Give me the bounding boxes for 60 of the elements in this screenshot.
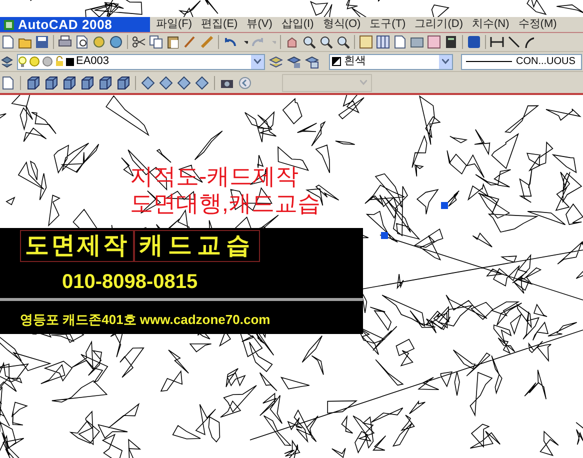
line-sample [466, 61, 512, 62]
diamond-icon[interactable] [177, 76, 191, 90]
linear-dimension-icon[interactable] [490, 35, 504, 49]
diamond-icon[interactable] [195, 76, 209, 90]
lock-icon [55, 56, 64, 67]
window-title: AutoCAD 2008 [18, 18, 112, 31]
layers-icon[interactable] [269, 54, 283, 68]
arc-dimension-icon[interactable] [524, 35, 534, 49]
tool-palette-icon[interactable] [393, 35, 407, 49]
copy-icon[interactable] [149, 35, 163, 49]
diamond-icon[interactable] [141, 76, 155, 90]
zoom-realtime-icon[interactable] [302, 35, 316, 49]
linetype-name: CON...UOUS [516, 55, 576, 69]
cube-icon[interactable] [116, 76, 130, 90]
layers-icon[interactable] [305, 54, 319, 68]
new-file-icon[interactable] [1, 35, 15, 49]
banner-headline: 도면제작 [20, 230, 134, 262]
color-name: 흰색 [344, 54, 367, 70]
menu-item[interactable]: 뷰(V) [246, 16, 272, 33]
address-text: 영등포 캐드존401호 www.cadzone70.com [19, 311, 272, 329]
layers-icon[interactable] [1, 54, 13, 68]
help-icon[interactable] [467, 35, 481, 49]
cube-icon[interactable] [80, 76, 94, 90]
cube-icon[interactable] [98, 76, 112, 90]
menu-item[interactable]: 형식(O) [322, 16, 361, 33]
phone-number: 010-8098-0815 [61, 270, 199, 294]
layers-icon[interactable] [287, 54, 301, 68]
cube-icon[interactable] [26, 76, 40, 90]
cube-icon[interactable] [44, 76, 58, 90]
layer-dropdown[interactable]: EA003 [17, 54, 265, 70]
print-preview-icon[interactable] [75, 35, 89, 49]
layer-name: EA003 [76, 54, 110, 70]
color-swatch-icon [332, 57, 341, 66]
color-swatch-icon [66, 58, 74, 66]
menu-item[interactable]: 그리기(D) [414, 16, 463, 33]
grip-icon [381, 232, 388, 239]
calculator-icon[interactable] [444, 35, 458, 49]
menu-item[interactable]: 삽입(I) [281, 16, 314, 33]
save-icon[interactable] [35, 35, 49, 49]
cube-icon[interactable] [62, 76, 76, 90]
menu-item[interactable]: 수정(M) [518, 16, 557, 33]
paste-icon[interactable] [166, 35, 180, 49]
menu-item[interactable]: 도구(T) [370, 16, 406, 33]
zoom-window-icon[interactable] [319, 35, 333, 49]
document-icon[interactable] [1, 76, 15, 90]
aligned-dimension-icon[interactable] [507, 35, 521, 49]
diamond-icon[interactable] [159, 76, 173, 90]
menu-item[interactable]: 편집(E) [201, 16, 238, 33]
zoom-previous-icon[interactable] [336, 35, 350, 49]
undo-icon[interactable] [223, 35, 237, 49]
bulb-icon [18, 56, 27, 68]
app-icon [4, 20, 14, 30]
print-icon[interactable] [58, 35, 72, 49]
menu-item[interactable]: 치수(N) [472, 16, 510, 33]
linetype-dropdown[interactable]: CON...UOUS [461, 54, 582, 70]
banner-headline: 캐드교습 [134, 230, 260, 262]
color-dropdown[interactable]: 흰색 [329, 54, 453, 70]
grip-icon [441, 202, 448, 209]
scissors-icon[interactable] [132, 35, 146, 49]
menu-item[interactable]: 파일(F) [156, 16, 192, 33]
